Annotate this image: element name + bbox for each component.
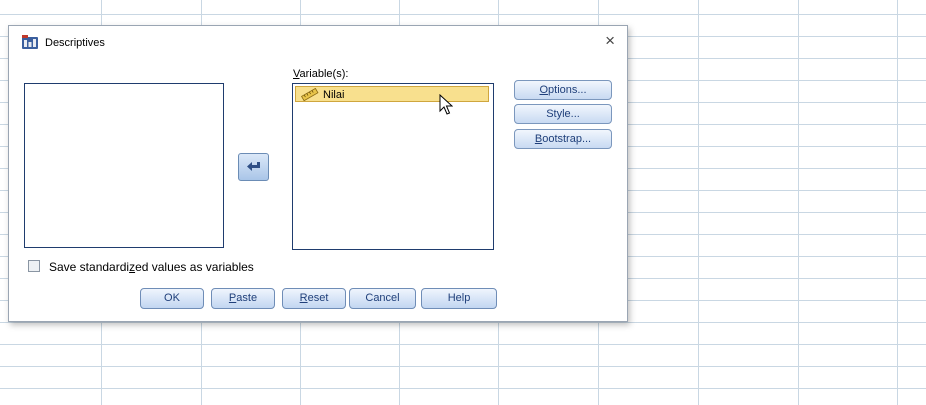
cancel-button[interactable]: Cancel — [349, 288, 416, 309]
variables-label: Variable(s): — [293, 68, 349, 80]
scale-ruler-icon — [301, 88, 319, 101]
dialog-title: Descriptives — [45, 37, 105, 49]
save-standardized-checkbox[interactable] — [28, 260, 40, 272]
mouse-cursor-icon — [439, 94, 453, 115]
descriptives-dialog: Descriptives × Variable(s): Nilai Option… — [8, 25, 628, 322]
variable-item-nilai[interactable]: Nilai — [295, 86, 489, 102]
move-variable-button[interactable] — [238, 153, 269, 181]
arrow-left-icon — [247, 162, 260, 171]
variable-name: Nilai — [323, 89, 345, 101]
bootstrap-button[interactable]: Bootstrap... — [514, 129, 612, 149]
dialog-titlebar[interactable]: Descriptives × — [9, 26, 627, 56]
options-button[interactable]: Options... — [514, 80, 612, 100]
save-standardized-label: Save standardized values as variables — [49, 260, 254, 274]
paste-button[interactable]: Paste — [211, 288, 275, 309]
style-button[interactable]: Style... — [514, 104, 612, 124]
source-variable-list[interactable] — [24, 83, 224, 248]
help-button[interactable]: Help — [421, 288, 497, 309]
close-icon[interactable]: × — [605, 31, 615, 51]
ok-button[interactable]: OK — [140, 288, 204, 309]
selected-variables-list[interactable]: Nilai — [292, 83, 494, 250]
descriptives-app-icon — [22, 35, 38, 49]
reset-button[interactable]: Reset — [282, 288, 346, 309]
